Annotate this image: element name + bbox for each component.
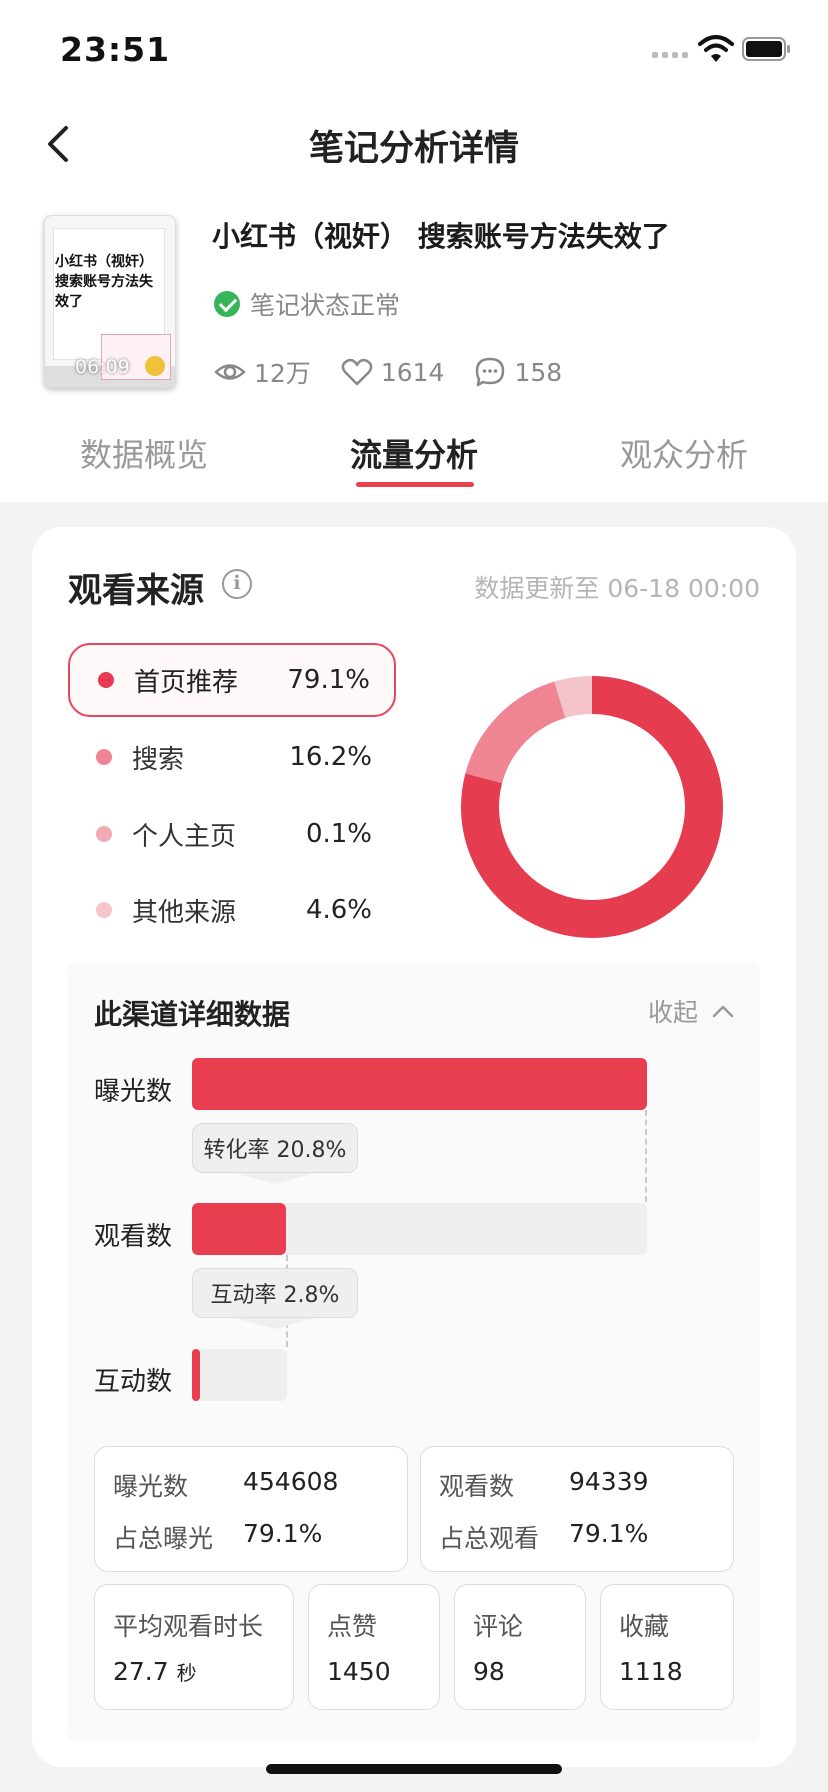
favorites-box: 收藏 1118	[600, 1584, 734, 1710]
views-share-metric: 占总观看 79.1%	[439, 1519, 648, 1555]
avg-watch-box: 平均观看时长 27.7 秒	[94, 1584, 294, 1710]
thumbnail-text: 小红书（视奸）搜索账号方法失效了	[55, 254, 153, 310]
note-status: 笔记状态正常	[214, 286, 400, 322]
signal-icon	[652, 52, 688, 58]
source-item-homepage[interactable]: 首页推荐 79.1%	[68, 643, 396, 717]
exposure-share-label: 占总曝光	[113, 1524, 214, 1553]
tab-bar: 数据概览 流量分析 观众分析	[0, 430, 828, 490]
view-bar	[192, 1203, 647, 1255]
source-donut-chart	[461, 676, 723, 938]
status-time: 23:51	[60, 30, 171, 69]
likes-value: 1450	[327, 1657, 391, 1686]
view-source-title: 观看来源	[68, 571, 204, 611]
exposure-bar	[192, 1058, 647, 1110]
source-value: 4.6%	[305, 895, 372, 925]
note-title: 小红书（视奸） 搜索账号方法失效了	[212, 220, 670, 253]
note-stats: 12万 1614 158	[214, 354, 592, 390]
video-duration: 06:09	[75, 356, 130, 378]
source-label: 搜索	[132, 744, 185, 775]
avg-watch-value-wrap: 27.7 秒	[113, 1657, 197, 1686]
battery-icon	[742, 37, 790, 61]
chevron-up-icon	[712, 1005, 734, 1018]
views-count: 12万	[254, 359, 311, 388]
legend-dot	[96, 749, 112, 765]
source-label: 个人主页	[132, 821, 237, 852]
comments-value: 98	[473, 1657, 505, 1686]
exposure-share-value: 79.1%	[243, 1519, 323, 1548]
avg-watch-unit: 秒	[176, 1661, 197, 1685]
source-value: 16.2%	[289, 742, 372, 772]
source-value: 0.1%	[305, 819, 372, 849]
comments-stat: 158	[474, 356, 562, 388]
emoji-icon	[145, 356, 165, 376]
avg-watch-value: 27.7	[113, 1657, 169, 1686]
funnel-interaction-label: 互动数	[94, 1367, 173, 1397]
tab-data-overview[interactable]: 数据概览	[80, 430, 208, 476]
header-area: 23:51 笔记分析详情 小红书（视奸）搜索账号方法失效了 06:09 小红书（…	[0, 0, 828, 502]
exposure-metric-label: 曝光数	[113, 1472, 189, 1501]
views-metric-value: 94339	[569, 1467, 649, 1496]
source-label: 首页推荐	[134, 667, 239, 698]
eye-icon	[214, 364, 246, 380]
views-stat: 12万	[214, 354, 311, 390]
exposure-share-metric: 占总曝光 79.1%	[113, 1519, 322, 1555]
wifi-icon	[698, 35, 734, 62]
exposure-metric-box: 曝光数 454608 占总曝光 79.1%	[94, 1446, 408, 1572]
channel-detail-panel: 此渠道详细数据 收起 曝光数 转化率 20.8% 观看数 互动率 2.8% 互动…	[68, 961, 760, 1743]
views-metric-label: 观看数	[439, 1472, 515, 1501]
legend-dot	[98, 672, 114, 688]
views-share-value: 79.1%	[569, 1519, 649, 1548]
interaction-rate-tag: 互动率 2.8%	[192, 1268, 358, 1329]
avg-watch-label: 平均观看时长	[113, 1612, 264, 1641]
info-icon[interactable]: i	[222, 569, 252, 599]
funnel-dash-right	[645, 1110, 647, 1202]
collapse-label: 收起	[647, 998, 698, 1027]
likes-box: 点赞 1450	[308, 1584, 440, 1710]
exposure-bar-fill	[192, 1058, 647, 1110]
tab-traffic-analysis[interactable]: 流量分析	[350, 430, 478, 476]
comments-box: 评论 98	[454, 1584, 586, 1710]
legend-dot	[96, 826, 112, 842]
conversion-rate-tag: 转化率 20.8%	[192, 1123, 358, 1184]
source-item-search[interactable]: 搜索 16.2%	[68, 720, 396, 794]
view-source-card: 观看来源 i 数据更新至 06-18 00:00 首页推荐 79.1% 搜索 1…	[32, 527, 796, 1767]
source-label: 其他来源	[132, 897, 237, 928]
active-tab-indicator	[356, 482, 474, 487]
likes-label: 点赞	[327, 1612, 378, 1641]
source-item-profile[interactable]: 个人主页 0.1%	[68, 797, 396, 871]
exposure-metric-value: 454608	[243, 1467, 339, 1496]
views-share-label: 占总观看	[439, 1524, 540, 1553]
favorites-value: 1118	[619, 1657, 683, 1686]
heart-icon	[341, 358, 373, 386]
source-item-other[interactable]: 其他来源 4.6%	[68, 873, 396, 947]
view-bar-fill	[192, 1203, 286, 1255]
home-indicator	[266, 1764, 562, 1774]
likes-count: 1614	[380, 357, 445, 387]
note-thumbnail[interactable]: 小红书（视奸）搜索账号方法失效了 06:09	[44, 215, 176, 388]
comments-count: 158	[514, 357, 563, 387]
update-time: 数据更新至 06-18 00:00	[474, 574, 760, 603]
collapse-button[interactable]: 收起	[648, 993, 734, 1029]
views-metric-box: 观看数 94339 占总观看 79.1%	[420, 1446, 734, 1572]
comments-label: 评论	[473, 1612, 524, 1641]
funnel-view-label: 观看数	[94, 1222, 173, 1252]
comment-bubble-icon	[476, 357, 505, 387]
funnel-exposure-label: 曝光数	[94, 1077, 173, 1107]
likes-stat: 1614	[341, 356, 445, 388]
note-status-text: 笔记状态正常	[250, 291, 401, 320]
exposure-metric: 曝光数 454608	[113, 1467, 338, 1503]
interaction-bar-fill	[192, 1349, 200, 1401]
channel-detail-title: 此渠道详细数据	[94, 998, 291, 1031]
favorites-label: 收藏	[619, 1612, 670, 1641]
legend-dot	[96, 902, 112, 918]
tab-audience-analysis[interactable]: 观众分析	[620, 430, 748, 476]
check-circle-icon	[214, 291, 240, 317]
source-value: 79.1%	[287, 665, 370, 695]
interaction-bar	[192, 1349, 287, 1401]
views-metric: 观看数 94339	[439, 1467, 649, 1503]
page-title: 笔记分析详情	[308, 129, 519, 169]
